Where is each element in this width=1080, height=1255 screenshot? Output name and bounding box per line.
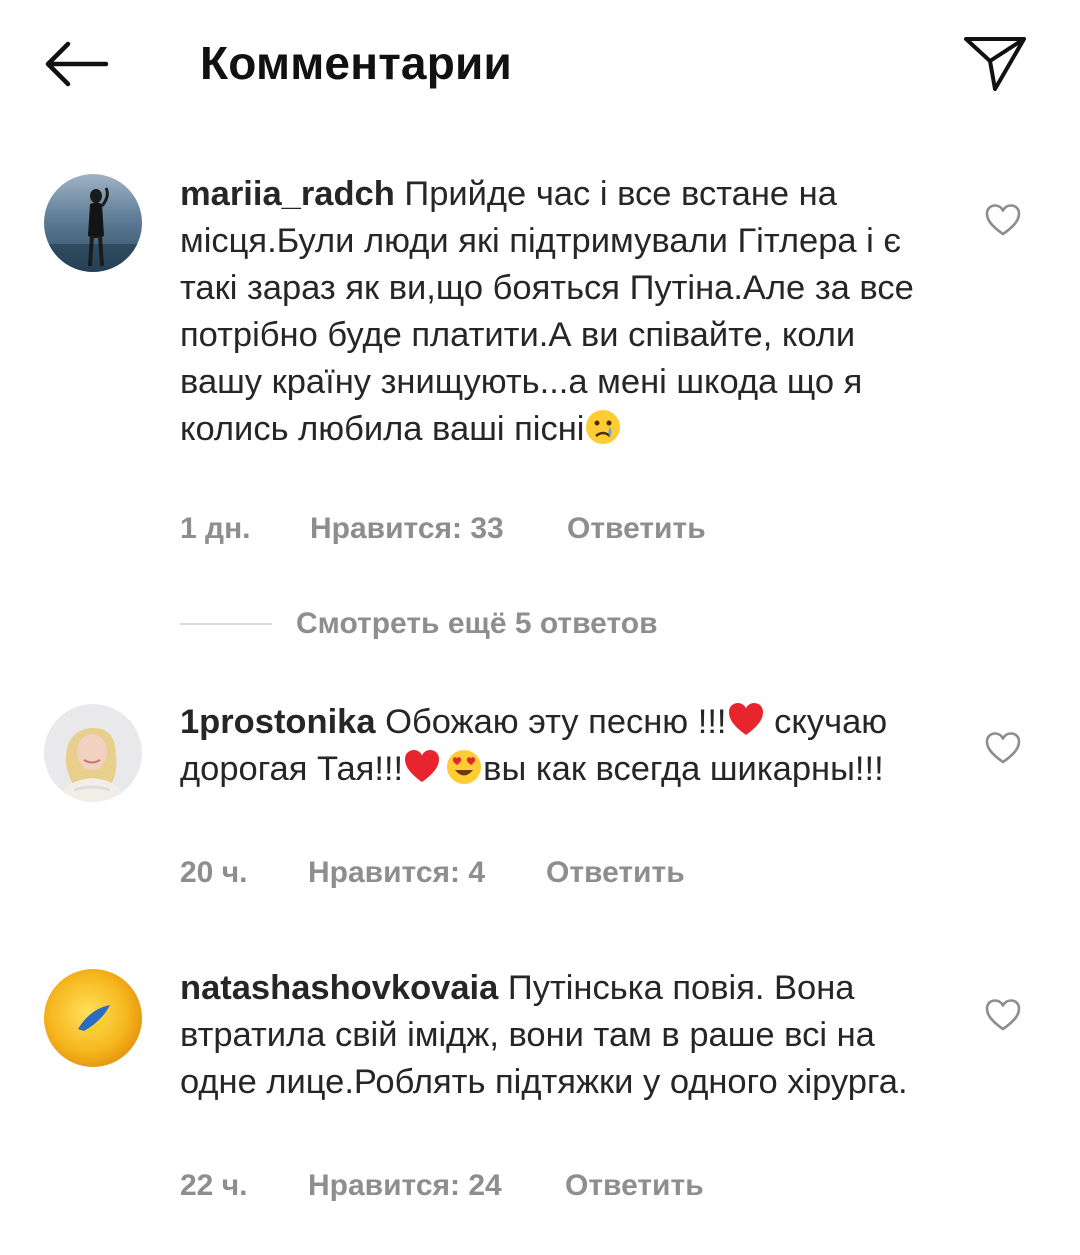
crying-face-emoji-icon [586, 410, 621, 444]
avatar[interactable] [44, 704, 142, 802]
comment-likes[interactable]: Нравится: 33 [310, 509, 504, 549]
comment-text: natashashovkovaia Путінська повія. Вона … [180, 965, 940, 1106]
avatar[interactable] [44, 174, 142, 272]
comment-username[interactable]: natashashovkovaia [180, 969, 498, 1007]
top-bar: Комментарии [0, 0, 1080, 130]
back-button[interactable] [40, 36, 112, 92]
view-replies-label: Смотреть ещё 5 ответов [296, 607, 658, 640]
heart-eyes-emoji-icon [447, 750, 482, 784]
arrow-left-icon [45, 41, 109, 87]
comment-time: 1 дн. [180, 512, 251, 545]
comment-username[interactable]: mariia_radch [180, 175, 395, 213]
reply-button[interactable]: Ответить [567, 509, 706, 549]
red-heart-emoji-icon [405, 750, 440, 782]
page-title: Комментарии [200, 37, 512, 89]
reply-button[interactable]: Ответить [565, 1166, 704, 1206]
comment-username[interactable]: 1prostonika [180, 703, 376, 741]
comment-text: 1prostonika Обожаю эту песню !!! скучаю … [180, 699, 940, 793]
heart-outline-icon [985, 732, 1021, 764]
like-button[interactable] [985, 731, 1021, 765]
comment-message-part: вы как всегда шикарны!!! [483, 750, 884, 788]
share-button[interactable] [962, 34, 1028, 94]
comment-time: 22 ч. [180, 1169, 248, 1202]
comment-likes[interactable]: Нравится: 4 [308, 853, 485, 893]
heart-outline-icon [985, 999, 1021, 1031]
red-heart-emoji-icon [728, 703, 763, 735]
comment-likes[interactable]: Нравится: 24 [308, 1166, 502, 1206]
divider-line [180, 623, 272, 625]
reply-button[interactable]: Ответить [546, 853, 685, 893]
heart-outline-icon [985, 204, 1021, 236]
comment-text: mariia_radch Прийде час і все встане на … [180, 171, 940, 453]
paper-plane-icon [964, 37, 1026, 91]
like-button[interactable] [985, 998, 1021, 1032]
avatar[interactable] [44, 969, 142, 1067]
comment-time: 20 ч. [180, 856, 248, 889]
comment-message: Прийде час і все встане на місця.Були лю… [180, 175, 914, 448]
like-button[interactable] [985, 203, 1021, 237]
comment-message-part: Обожаю эту песню !!! [385, 703, 727, 741]
